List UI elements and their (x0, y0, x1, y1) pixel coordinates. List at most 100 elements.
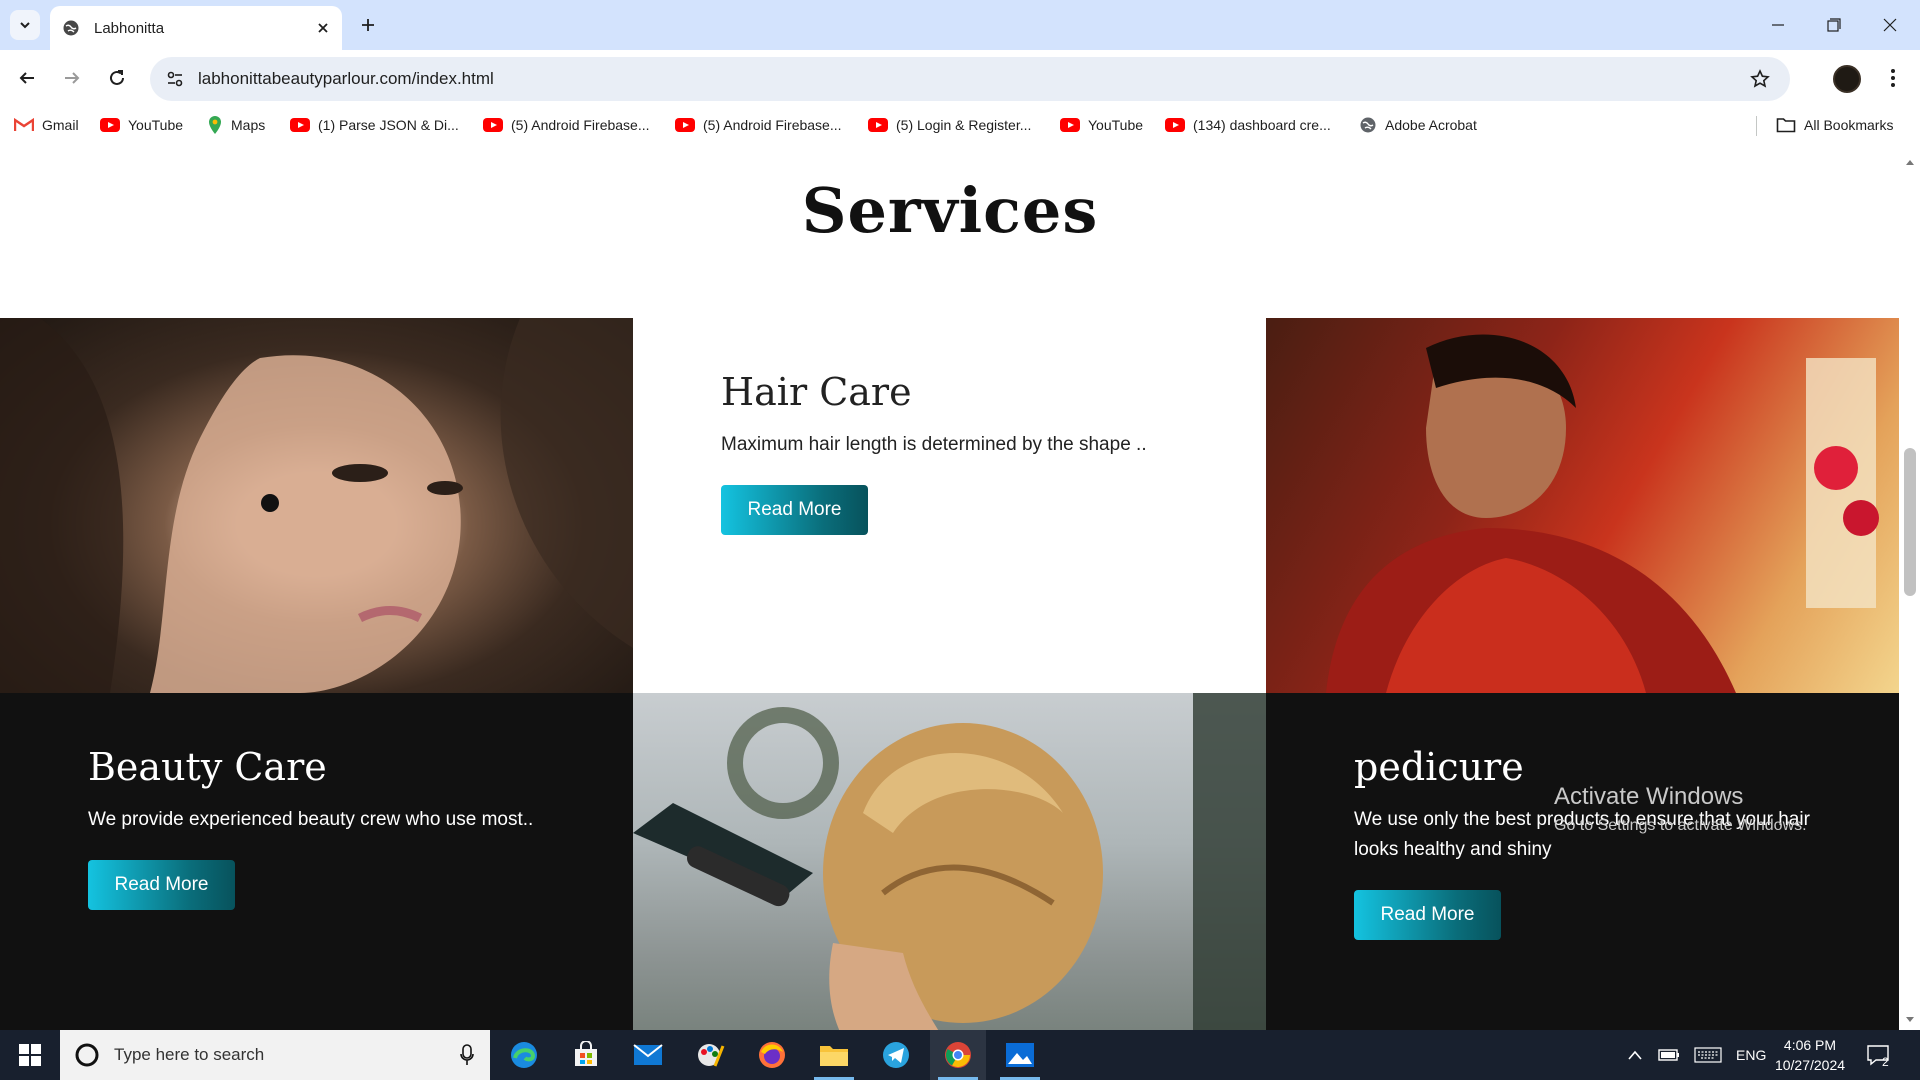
forward-button[interactable] (55, 61, 89, 95)
reload-icon (110, 70, 124, 85)
watermark-subtitle: Go to Settings to activate Windows. (1554, 817, 1807, 834)
hairstyle-illustration (633, 693, 1266, 1030)
star-icon[interactable] (1750, 69, 1770, 89)
notification-center-button[interactable]: 2 (1866, 1030, 1889, 1080)
chevron-down-icon (20, 22, 30, 29)
close-icon (1883, 18, 1897, 32)
system-tray: ENG (1628, 1030, 1766, 1080)
taskbar-edge[interactable] (496, 1030, 552, 1080)
all-bookmarks-button[interactable]: All Bookmarks (1776, 114, 1893, 136)
taskbar-photos[interactable] (992, 1030, 1048, 1080)
read-more-button[interactable]: Read More (721, 485, 868, 535)
service-description: We provide experienced beauty crew who u… (88, 809, 534, 830)
bookmark-maps[interactable]: Maps (207, 114, 265, 136)
folder-icon (820, 1046, 848, 1066)
scroll-down-icon[interactable] (1905, 1016, 1915, 1024)
youtube-icon (1060, 118, 1080, 132)
page-scrollbar[interactable] (1900, 142, 1920, 1030)
chevron-up-icon[interactable] (1628, 1050, 1642, 1060)
restore-button[interactable] (1806, 0, 1862, 50)
system-clock[interactable]: 4:06 PM 10/27/2024 (1760, 1035, 1860, 1075)
bookmark-android-firebase-2[interactable]: (5) Android Firebase... (675, 114, 842, 136)
bookmark-login-register[interactable]: (5) Login & Register... (868, 114, 1031, 136)
close-icon[interactable] (316, 21, 330, 35)
youtube-icon (290, 118, 310, 132)
mail-icon (633, 1044, 663, 1065)
bookmarks-bar: Gmail YouTube Maps (1) Parse JSON & Di..… (0, 108, 1920, 142)
start-button[interactable] (0, 1030, 60, 1080)
read-more-button[interactable]: Read More (1354, 890, 1501, 940)
youtube-icon (675, 118, 695, 132)
bookmark-youtube[interactable]: YouTube (100, 114, 183, 136)
battery-icon[interactable] (1658, 1049, 1680, 1061)
taskbar-file-explorer[interactable] (806, 1030, 862, 1080)
minimize-icon (1772, 24, 1784, 26)
bookmark-gmail[interactable]: Gmail (14, 114, 79, 136)
bookmark-parse-json[interactable]: (1) Parse JSON & Di... (290, 114, 459, 136)
bookmark-adobe-acrobat[interactable]: Adobe Acrobat (1359, 114, 1477, 136)
arrow-right-icon (65, 72, 80, 84)
folder-icon (1776, 118, 1796, 133)
taskbar: Type here to search ENG 4:06 PM 10/27/20… (0, 1030, 1920, 1080)
bride-illustration (1326, 334, 1879, 693)
plus-icon (362, 19, 374, 31)
globe-icon (1360, 117, 1376, 133)
profile-avatar[interactable] (1833, 65, 1861, 93)
paint-icon (698, 1044, 725, 1067)
bookmark-youtube-2[interactable]: YouTube (1060, 114, 1143, 136)
page-viewport: Services Hair Care Maximum hair length i… (0, 142, 1920, 1030)
services-heading: Services (801, 174, 1099, 247)
scroll-up-icon[interactable] (1905, 158, 1915, 166)
bookmark-android-firebase-1[interactable]: (5) Android Firebase... (483, 114, 650, 136)
scroll-thumb[interactable] (1904, 448, 1916, 596)
menu-button[interactable] (1876, 61, 1910, 95)
taskbar-search[interactable]: Type here to search (60, 1030, 490, 1080)
portrait-illustration (0, 318, 633, 693)
bookmark-dashboard[interactable]: (134) dashboard cre... (1165, 114, 1331, 136)
gmail-icon (14, 118, 34, 131)
clock-date: 10/27/2024 (1774, 1057, 1846, 1073)
read-more-button[interactable]: Read More (88, 860, 235, 910)
taskbar-mail[interactable] (620, 1030, 676, 1080)
browser-tab[interactable]: Labhonitta (50, 6, 342, 50)
notification-count: 2 (1882, 1055, 1889, 1069)
taskbar-chrome[interactable] (930, 1030, 986, 1080)
close-window-button[interactable] (1862, 0, 1918, 50)
reload-button[interactable] (100, 61, 134, 95)
telegram-icon (883, 1042, 909, 1068)
url-text[interactable]: labhonittabeautyparlour.com/index.html (198, 69, 494, 89)
browser-toolbar: labhonittabeautyparlour.com/index.html (0, 50, 1920, 108)
taskbar-paint[interactable] (682, 1030, 738, 1080)
tab-strip: Labhonitta (0, 0, 1920, 50)
chrome-icon (945, 1042, 971, 1068)
restore-icon (1827, 18, 1841, 32)
service-card-hair-care: Hair Care Maximum hair length is determi… (633, 318, 1266, 693)
service-title: pedicure (1354, 745, 1524, 789)
youtube-icon (100, 118, 120, 132)
taskbar-firefox[interactable] (744, 1030, 800, 1080)
microphone-icon[interactable] (460, 1044, 474, 1066)
watermark-title: Activate Windows (1554, 783, 1744, 810)
service-title: Hair Care (721, 370, 912, 414)
edge-icon (511, 1042, 537, 1068)
activate-windows-watermark: Activate Windows Go to Settings to activ… (1554, 783, 1807, 835)
minimize-button[interactable] (1750, 0, 1806, 50)
address-bar[interactable]: labhonittabeautyparlour.com/index.html (150, 57, 1790, 101)
new-tab-button[interactable] (354, 11, 382, 39)
firefox-icon (759, 1042, 785, 1068)
site-settings-icon[interactable] (166, 70, 184, 88)
taskbar-telegram[interactable] (868, 1030, 924, 1080)
taskbar-store[interactable] (558, 1030, 614, 1080)
bridal-photo (1266, 318, 1899, 693)
tab-search-button[interactable] (10, 10, 40, 40)
maps-icon (209, 116, 221, 134)
keyboard-icon[interactable] (1694, 1047, 1722, 1063)
back-button[interactable] (10, 61, 44, 95)
store-icon (575, 1041, 597, 1066)
service-description: Maximum hair length is determined by the… (721, 434, 1147, 455)
arrow-left-icon (19, 72, 34, 84)
service-card-pedicure: pedicure We use only the best products t… (1266, 693, 1899, 1030)
tab-title: Labhonitta (94, 19, 165, 37)
bookmarks-divider (1756, 116, 1757, 136)
hair-styling-photo (633, 693, 1266, 1030)
